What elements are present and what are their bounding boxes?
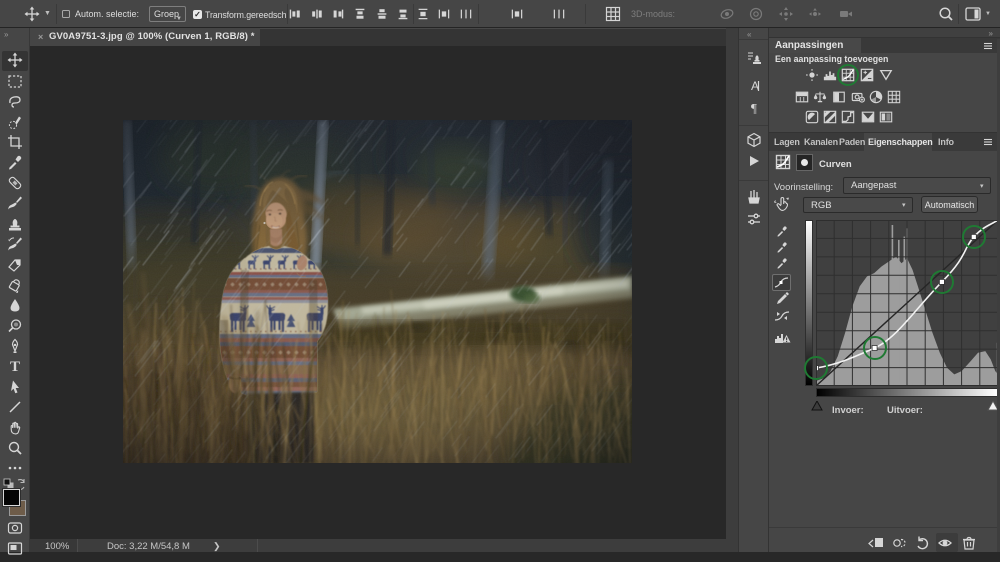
svg-text:T: T (10, 359, 20, 374)
svg-text:¶: ¶ (751, 101, 757, 116)
svg-text:A: A (751, 79, 759, 93)
